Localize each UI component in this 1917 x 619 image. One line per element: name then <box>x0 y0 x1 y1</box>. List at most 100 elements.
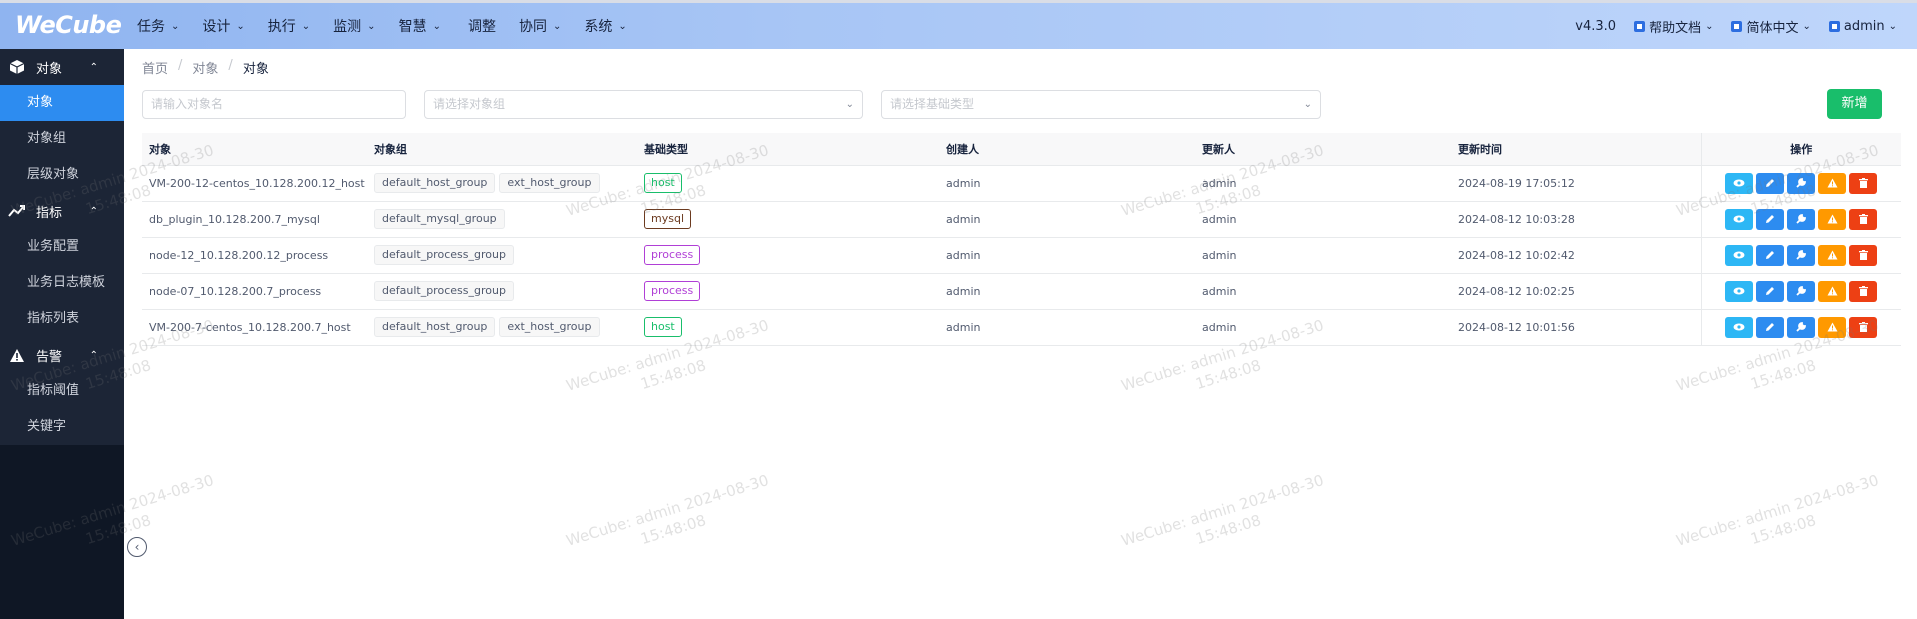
sidebar-item-2-1[interactable]: 关键字 <box>0 409 124 445</box>
config-button[interactable] <box>1787 244 1816 266</box>
view-button[interactable] <box>1725 172 1754 194</box>
wrench-icon <box>1796 322 1807 332</box>
delete-button[interactable] <box>1849 172 1878 194</box>
help-docs-menu[interactable]: 帮助文档 ⌄ <box>1634 17 1713 36</box>
object-name-input[interactable]: 请输入对象名 <box>142 90 406 119</box>
sidebar-group-0[interactable]: 对象 ⌃ <box>0 49 124 85</box>
column-header-group: 对象组 <box>367 133 637 166</box>
delete-button[interactable] <box>1849 280 1878 302</box>
object-group-cell: default_mysql_group <box>367 201 637 238</box>
trash-icon <box>1858 214 1868 224</box>
watermark-line: WeCube: admin 2024-08-30 <box>1119 471 1326 550</box>
sidebar-item-0-1[interactable]: 对象组 <box>0 121 124 157</box>
nav-label: 调整 <box>467 19 496 35</box>
edit-button[interactable] <box>1756 208 1785 230</box>
breadcrumb-home[interactable]: 首页 <box>142 58 168 77</box>
object-group-select[interactable]: 请选择对象组 ⌄ <box>424 90 863 119</box>
table-row: node-07_10.128.200.7_process default_proc… <box>142 273 1901 310</box>
sidebar-item-1-1[interactable]: 业务日志模板 <box>0 265 124 301</box>
view-button[interactable] <box>1725 316 1754 338</box>
watermark-line: 15:48:08 <box>1193 356 1264 394</box>
config-button[interactable] <box>1787 280 1816 302</box>
collapse-sidebar-icon[interactable]: ‹ <box>127 537 147 557</box>
view-button[interactable] <box>1725 280 1754 302</box>
updater-cell: admin <box>1195 273 1451 310</box>
config-button[interactable] <box>1787 172 1816 194</box>
language-icon <box>1731 20 1743 32</box>
alarm-button[interactable] <box>1818 280 1847 302</box>
chevron-down-icon: ⌄ <box>236 20 245 32</box>
nav-menu-6[interactable]: 协同 ⌄ <box>519 16 561 36</box>
creator-cell: admin <box>939 237 1195 274</box>
eye-icon <box>1733 215 1745 223</box>
nav-menu-4[interactable]: 智慧 ⌄ <box>399 16 441 36</box>
watermark-line: 15:48:08 <box>638 356 709 394</box>
delete-button[interactable] <box>1849 208 1878 230</box>
chevron-down-icon: ⌄ <box>845 99 854 110</box>
view-button[interactable] <box>1725 208 1754 230</box>
edit-button[interactable] <box>1756 280 1785 302</box>
base-type-cell: process <box>637 237 939 274</box>
breadcrumb-object[interactable]: 对象 <box>192 58 218 77</box>
config-button[interactable] <box>1787 316 1816 338</box>
actions-cell <box>1700 237 1901 274</box>
table-row: node-12_10.128.200.12_process default_pro… <box>142 237 1901 274</box>
chevron-up-icon: ⌃ <box>89 61 98 73</box>
view-button[interactable] <box>1725 244 1754 266</box>
edit-button[interactable] <box>1756 244 1785 266</box>
alarm-button[interactable] <box>1818 244 1847 266</box>
wrench-icon <box>1796 250 1807 260</box>
object-name-cell: VM-200-12-centos_10.128.200.12_host <box>142 165 367 202</box>
sidebar-item-0-0[interactable]: 对象 <box>0 85 124 121</box>
pencil-icon <box>1765 322 1775 332</box>
alarm-button[interactable] <box>1818 172 1847 194</box>
object-group-tag: default_host_group <box>374 173 496 193</box>
sidebar-item-1-2[interactable]: 指标列表 <box>0 301 124 337</box>
delete-button[interactable] <box>1849 316 1878 338</box>
creator-cell: admin <box>939 201 1195 238</box>
sidebar: 对象 ⌃ 对象 对象组 层级对象 指标 ⌃ 业务配置 业务日志模板 指标列表 告警 ⌃ 指标阈值 关键字 <box>0 49 124 619</box>
edit-button[interactable] <box>1756 172 1785 194</box>
object-group-cell: default_host_group ext_host_group <box>367 309 637 346</box>
eye-icon <box>1733 287 1745 295</box>
sidebar-group-label: 指标 <box>36 205 63 221</box>
nav-menu-0[interactable]: 任务 ⌄ <box>137 16 179 36</box>
nav-menu-2[interactable]: 执行 ⌄ <box>268 16 310 36</box>
chevron-down-icon: ⌄ <box>618 20 627 32</box>
sidebar-group-1[interactable]: 指标 ⌃ <box>0 193 124 229</box>
warning-icon <box>1827 322 1838 332</box>
sidebar-item-0-2[interactable]: 层级对象 <box>0 157 124 193</box>
object-group-tag: default_mysql_group <box>374 209 505 229</box>
watermark-line: 15:48:08 <box>1748 511 1819 549</box>
alarm-button[interactable] <box>1818 316 1847 338</box>
updater-cell: admin <box>1195 309 1451 346</box>
add-button[interactable]: 新增 <box>1827 89 1882 119</box>
nav-label: 协同 <box>518 19 547 35</box>
breadcrumb: 首页 / 对象 / 对象 <box>142 58 269 77</box>
base-type-tag: mysql <box>644 209 691 229</box>
chevron-down-icon: ⌄ <box>1303 99 1312 110</box>
sidebar-item-2-0[interactable]: 指标阈值 <box>0 373 124 409</box>
nav-menu-5[interactable]: 调整 <box>468 16 496 36</box>
watermark-line: 15:48:08 <box>638 511 709 549</box>
nav-menu-3[interactable]: 监测 ⌄ <box>333 16 375 36</box>
updater-cell: admin <box>1195 237 1451 274</box>
base-type-select[interactable]: 请选择基础类型 ⌄ <box>881 90 1321 119</box>
language-menu[interactable]: 简体中文 ⌄ <box>1731 17 1811 36</box>
sidebar-group-2[interactable]: 告警 ⌃ <box>0 337 124 373</box>
base-type-cell: host <box>637 309 939 346</box>
nav-menu-1[interactable]: 设计 ⌄ <box>202 16 244 36</box>
delete-button[interactable] <box>1849 244 1878 266</box>
trash-icon <box>1858 178 1868 188</box>
cube-icon <box>8 58 26 76</box>
wrench-icon <box>1796 178 1807 188</box>
updated-time-cell: 2024-08-12 10:02:42 <box>1451 237 1701 274</box>
config-button[interactable] <box>1787 208 1816 230</box>
alarm-button[interactable] <box>1818 208 1847 230</box>
wecube-logo[interactable]: WeCube <box>15 11 122 39</box>
edit-button[interactable] <box>1756 316 1785 338</box>
user-menu[interactable]: admin ⌄ <box>1828 19 1897 34</box>
warning-icon <box>1827 178 1838 188</box>
nav-menu-7[interactable]: 系统 ⌄ <box>584 16 626 36</box>
sidebar-item-1-0[interactable]: 业务配置 <box>0 229 124 265</box>
